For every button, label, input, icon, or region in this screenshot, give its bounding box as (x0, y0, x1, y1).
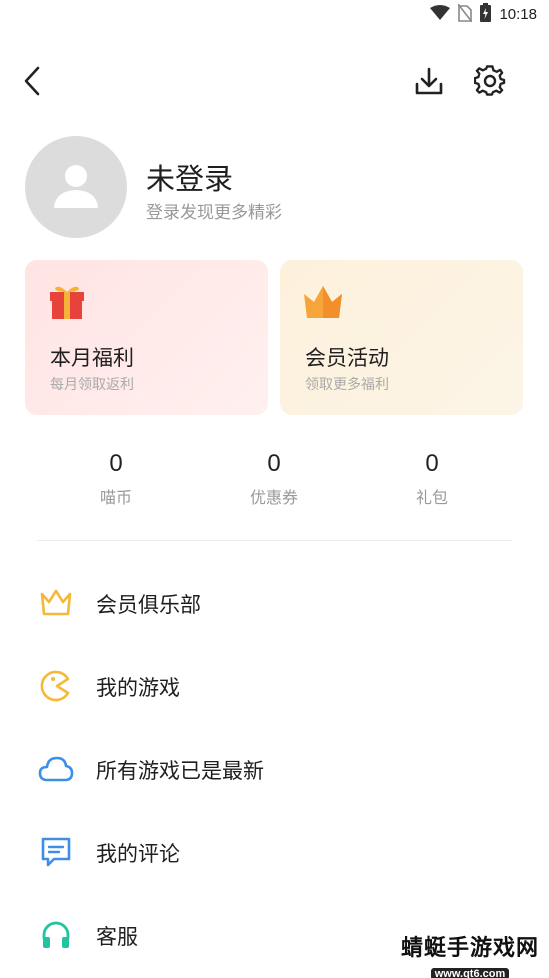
back-button[interactable] (14, 64, 50, 102)
menu-label: 会员俱乐部 (96, 593, 201, 617)
avatar[interactable] (25, 136, 127, 238)
menu-item-my-comments[interactable]: 我的评论 (0, 821, 549, 881)
crown-outline-icon (38, 586, 74, 620)
headset-icon (38, 918, 74, 952)
watermark: 蜻蜓手游戏网 www.qt6.com (401, 930, 540, 978)
status-bar: 10:18 (0, 0, 549, 28)
stat-value: 0 (425, 450, 439, 477)
gift-icon (47, 282, 87, 322)
stat-label: 喵币 (99, 488, 132, 507)
card-subtitle: 领取更多福利 (305, 377, 389, 393)
battery-charging-icon (480, 3, 492, 26)
wifi-icon (430, 4, 451, 25)
stat-label: 礼包 (415, 488, 448, 507)
settings-button[interactable] (470, 64, 510, 102)
back-arrow-icon (22, 66, 42, 100)
download-icon (414, 66, 444, 100)
stat-value: 0 (109, 450, 123, 477)
top-bar (0, 60, 549, 106)
menu-label: 我的游戏 (96, 676, 180, 700)
menu-item-member-club[interactable]: 会员俱乐部 (0, 572, 549, 632)
stat-coupons[interactable]: 0 优惠券 (214, 450, 334, 508)
settings-gear-icon (473, 65, 506, 101)
menu-label: 所有游戏已是最新 (96, 759, 264, 783)
watermark-url: www.qt6.com (430, 968, 510, 978)
menu-item-my-games[interactable]: 我的游戏 (0, 655, 549, 715)
profile-name[interactable]: 未登录 (146, 156, 233, 198)
monthly-benefits-card[interactable]: 本月福利 每月领取返利 (25, 260, 268, 415)
comment-icon (38, 835, 74, 869)
stat-gift-packs[interactable]: 0 礼包 (372, 450, 492, 508)
stats-row: 0 喵币 0 优惠券 0 礼包 (0, 450, 549, 520)
stat-value: 0 (267, 450, 281, 477)
stat-label: 优惠券 (249, 488, 298, 507)
card-title: 会员活动 (305, 346, 389, 370)
status-time: 10:18 (499, 6, 537, 23)
default-user-icon (51, 160, 101, 214)
menu-label: 客服 (96, 925, 138, 949)
crown-icon (302, 282, 342, 322)
no-sim-icon (457, 3, 474, 26)
profile-subtitle: 登录发现更多精彩 (146, 203, 282, 223)
stat-coins[interactable]: 0 喵币 (56, 450, 176, 508)
menu-item-game-updates[interactable]: 所有游戏已是最新 (0, 738, 549, 798)
download-button[interactable] (409, 64, 449, 102)
watermark-name: 蜻蜓手游戏网 (401, 936, 540, 961)
status-icons: 10:18 (430, 3, 537, 26)
pacman-icon (38, 669, 74, 703)
profile-section[interactable]: 未登录 登录发现更多精彩 (25, 136, 505, 240)
card-title: 本月福利 (50, 346, 134, 370)
member-activity-card[interactable]: 会员活动 领取更多福利 (280, 260, 523, 415)
cloud-icon (38, 752, 74, 786)
menu-label: 我的评论 (96, 842, 180, 866)
card-subtitle: 每月领取返利 (50, 377, 134, 393)
divider (37, 540, 512, 541)
